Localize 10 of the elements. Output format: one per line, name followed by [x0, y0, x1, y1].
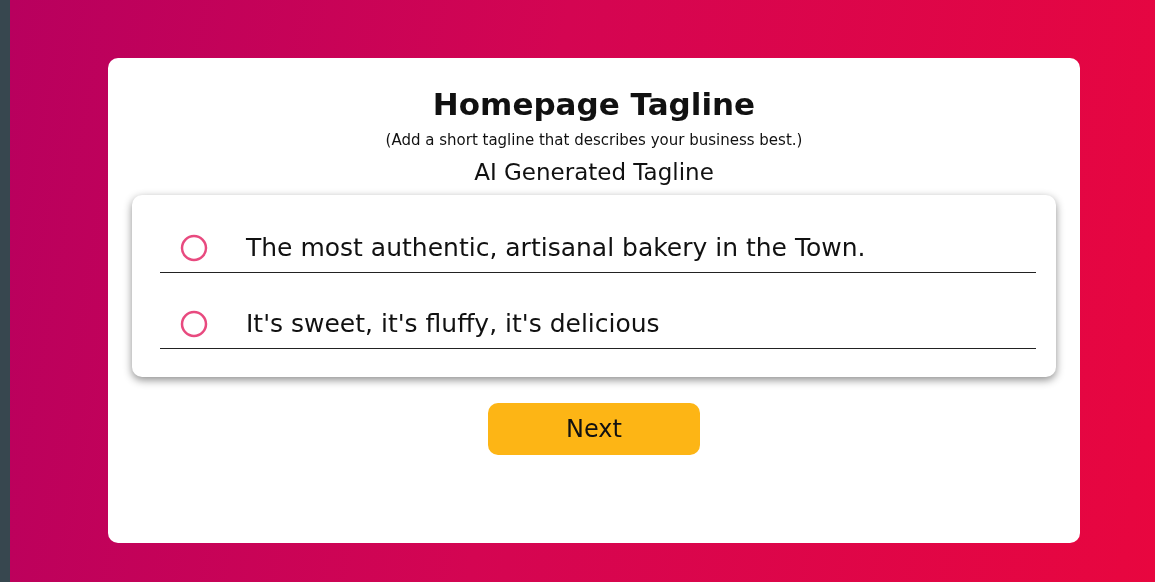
subtitle: (Add a short tagline that describes your business best.): [385, 131, 803, 150]
radio-button[interactable]: [180, 309, 208, 338]
section-label: AI Generated Tagline: [474, 159, 714, 186]
tagline-option[interactable]: It's sweet, it's fluffy, it's delicious: [160, 289, 1036, 350]
next-button[interactable]: Next: [488, 403, 700, 456]
page-title: Homepage Tagline: [432, 86, 756, 124]
tagline-text: The most authentic, artisanal bakery in the Town.: [246, 233, 866, 263]
radio-button[interactable]: [180, 233, 208, 262]
tagline-text: It's sweet, it's fluffy, it's delicious: [246, 309, 660, 339]
tagline-option[interactable]: The most authentic, artisanal bakery in the Town.: [160, 213, 1036, 274]
